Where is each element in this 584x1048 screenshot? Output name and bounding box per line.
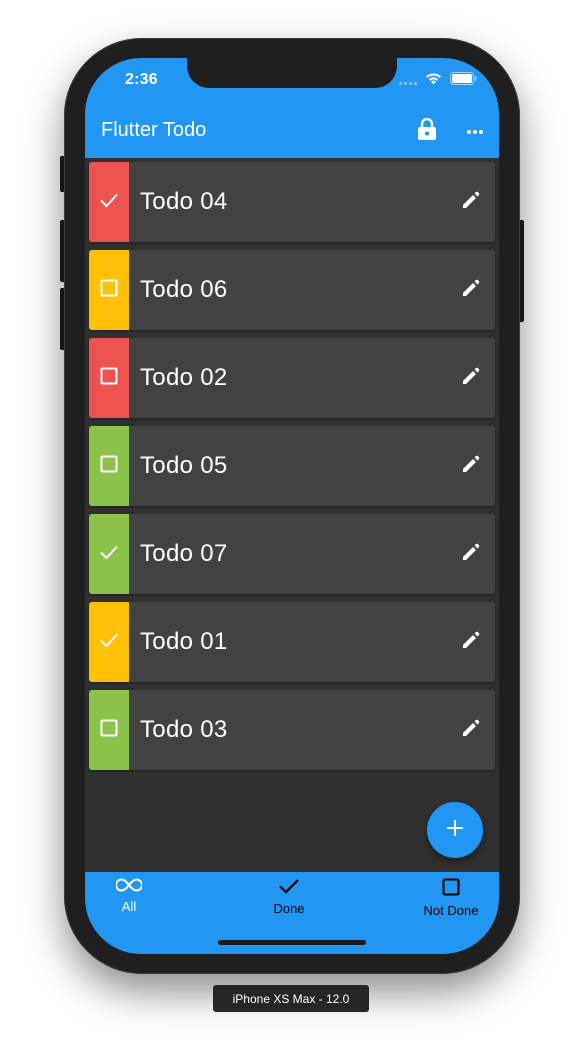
nav-all[interactable]: All — [108, 878, 150, 914]
nav-done[interactable]: Done — [261, 878, 317, 916]
all-inclusive-icon — [115, 878, 143, 897]
todo-label: Todo 04 — [140, 188, 228, 215]
todo-checkbox[interactable] — [89, 338, 129, 418]
check-icon — [99, 192, 119, 213]
edit-todo-button[interactable] — [459, 278, 483, 302]
home-indicator[interactable] — [218, 940, 366, 945]
nav-not-done[interactable]: Not Done — [415, 878, 487, 918]
todo-label: Todo 05 — [140, 452, 228, 479]
edit-icon — [461, 630, 481, 655]
edit-icon — [461, 454, 481, 479]
todo-checkbox[interactable] — [89, 602, 129, 682]
todo-item[interactable]: Todo 04 — [89, 162, 495, 242]
nav-not-done-label: Not Done — [423, 903, 479, 918]
todo-checkbox[interactable] — [89, 426, 129, 506]
app-title: Flutter Todo — [101, 119, 207, 141]
edit-icon — [461, 278, 481, 303]
edit-todo-button[interactable] — [459, 542, 483, 566]
edit-icon — [461, 542, 481, 567]
todo-item[interactable]: Todo 01 — [89, 602, 495, 682]
add-icon — [446, 819, 464, 842]
nav-done-label: Done — [273, 901, 305, 916]
todo-label: Todo 02 — [140, 364, 228, 391]
check-icon — [99, 544, 119, 565]
battery-icon — [450, 72, 477, 90]
check-box-outline-icon — [442, 878, 460, 901]
check-icon — [99, 632, 119, 653]
check-icon — [278, 878, 300, 899]
todo-item[interactable]: Todo 07 — [89, 514, 495, 594]
edit-todo-button[interactable] — [459, 454, 483, 478]
todo-item[interactable]: Todo 02 — [89, 338, 495, 418]
todo-label: Todo 01 — [140, 628, 228, 655]
status-icons — [399, 72, 477, 90]
todo-checkbox[interactable] — [89, 690, 129, 770]
status-time: 2:36 — [125, 71, 158, 88]
edit-todo-button[interactable] — [459, 718, 483, 742]
lock-icon — [417, 117, 437, 145]
todo-item[interactable]: Todo 05 — [89, 426, 495, 506]
check-box-outline-icon — [100, 455, 118, 478]
check-box-outline-icon — [100, 279, 118, 302]
nav-all-label: All — [121, 899, 137, 914]
edit-todo-button[interactable] — [459, 366, 483, 390]
edit-todo-button[interactable] — [459, 190, 483, 214]
lock-button[interactable] — [415, 117, 439, 145]
check-box-outline-icon — [100, 367, 118, 390]
todo-checkbox[interactable] — [89, 514, 129, 594]
phone-screen: 2:36 Flutter Todo Todo 04 Todo 06 Todo 0… — [85, 58, 499, 954]
todo-checkbox[interactable] — [89, 250, 129, 330]
more-button[interactable] — [463, 119, 487, 143]
app-bar: 2:36 Flutter Todo — [85, 58, 499, 158]
wifi-icon — [425, 72, 442, 90]
todo-item[interactable]: Todo 03 — [89, 690, 495, 770]
todo-label: Todo 07 — [140, 540, 228, 567]
edit-icon — [461, 366, 481, 391]
simulator-label: iPhone XS Max - 12.0 — [213, 985, 369, 1012]
edit-icon — [461, 718, 481, 743]
todo-item[interactable]: Todo 06 — [89, 250, 495, 330]
notch — [187, 58, 397, 88]
todo-list: Todo 04 Todo 06 Todo 02 Todo 05 Todo 07 Todo … — [89, 162, 495, 778]
edit-icon — [461, 190, 481, 215]
add-todo-button[interactable] — [427, 802, 483, 858]
todo-label: Todo 06 — [140, 276, 228, 303]
check-box-outline-icon — [100, 719, 118, 742]
simulator-stage: 2:36 Flutter Todo Todo 04 Todo 06 Todo 0… — [0, 0, 584, 1048]
edit-todo-button[interactable] — [459, 630, 483, 654]
bottom-navigation: All Done Not Done — [85, 872, 499, 954]
more-horiz-icon — [466, 122, 484, 140]
signal-icon — [399, 72, 417, 90]
todo-label: Todo 03 — [140, 716, 228, 743]
todo-checkbox[interactable] — [89, 162, 129, 242]
